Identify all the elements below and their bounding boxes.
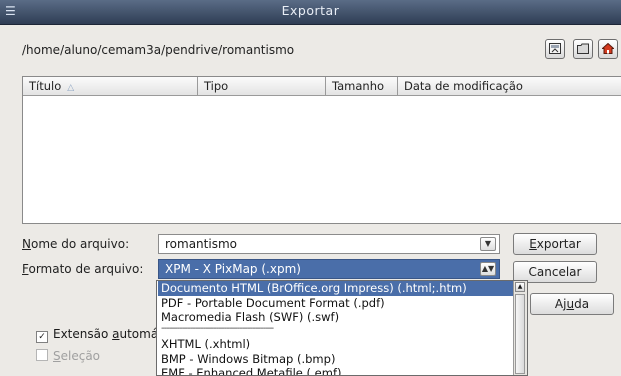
column-type-label: Tipo bbox=[204, 79, 229, 93]
chevron-down-icon[interactable]: ▼ bbox=[480, 237, 496, 251]
scroll-up-icon[interactable]: ▲ bbox=[515, 282, 525, 292]
scroll-thumb[interactable] bbox=[515, 294, 525, 374]
selection-checkbox[interactable]: Seleção bbox=[36, 349, 100, 363]
home-icon bbox=[602, 43, 614, 54]
column-title[interactable]: Título △ bbox=[23, 77, 198, 95]
filename-label: Nome do arquivo: bbox=[22, 237, 130, 251]
export-button[interactable]: Exportar bbox=[513, 233, 597, 255]
column-size-label: Tamanho bbox=[332, 79, 385, 93]
format-label: Formato de arquivo: bbox=[22, 262, 144, 276]
column-title-label: Título bbox=[29, 79, 62, 93]
filename-input[interactable]: romantismo ▼ bbox=[158, 234, 500, 254]
check-icon: ✓ bbox=[36, 331, 48, 343]
dropdown-option[interactable]: EMF - Enhanced Metafile (.emf) bbox=[161, 366, 341, 375]
format-dropdown-list[interactable]: Documento HTML (BrOffice.org Impress) (.… bbox=[156, 280, 528, 376]
filename-value: romantismo bbox=[165, 237, 237, 251]
help-button[interactable]: Ajuda bbox=[530, 293, 614, 315]
window-title: Exportar bbox=[281, 3, 340, 18]
dropdown-option[interactable]: Documento HTML (BrOffice.org Impress) (.… bbox=[158, 281, 517, 296]
new-folder-icon bbox=[577, 43, 589, 54]
format-select[interactable]: XPM - X PixMap (.xpm) ▲▼ bbox=[158, 259, 500, 279]
title-bar[interactable]: ☰ Exportar bbox=[0, 0, 621, 25]
updown-arrows-icon[interactable]: ▲▼ bbox=[480, 262, 496, 276]
up-folder-button[interactable] bbox=[545, 39, 565, 59]
new-folder-button[interactable] bbox=[573, 39, 593, 59]
dropdown-scrollbar[interactable]: ▲ bbox=[513, 281, 527, 375]
sort-indicator-icon: △ bbox=[67, 83, 75, 93]
dropdown-option[interactable]: BMP - Windows Bitmap (.bmp) bbox=[161, 352, 335, 366]
home-button[interactable] bbox=[598, 39, 618, 59]
file-list-header: Título △ Tipo Tamanho Data de modificação bbox=[23, 77, 621, 96]
dropdown-option[interactable]: XHTML (.xhtml) bbox=[161, 337, 250, 351]
dropdown-option[interactable]: PDF - Portable Document Format (.pdf) bbox=[161, 296, 385, 310]
column-modified-label: Data de modificação bbox=[404, 79, 523, 93]
current-path: /home/aluno/cemam3a/pendrive/romantismo bbox=[22, 43, 295, 57]
up-folder-icon bbox=[549, 43, 561, 54]
file-list[interactable]: Título △ Tipo Tamanho Data de modificação bbox=[22, 76, 621, 224]
column-type[interactable]: Tipo bbox=[198, 77, 326, 95]
dropdown-separator: ----------------------------------------… bbox=[161, 323, 274, 334]
dropdown-option[interactable]: Macromedia Flash (SWF) (.swf) bbox=[161, 310, 339, 324]
column-modified[interactable]: Data de modificação bbox=[398, 77, 621, 95]
auto-extension-checkbox[interactable]: ✓ Extensão automát bbox=[36, 327, 163, 343]
format-selected-value: XPM - X PixMap (.xpm) bbox=[165, 262, 301, 276]
column-size[interactable]: Tamanho bbox=[326, 77, 398, 95]
